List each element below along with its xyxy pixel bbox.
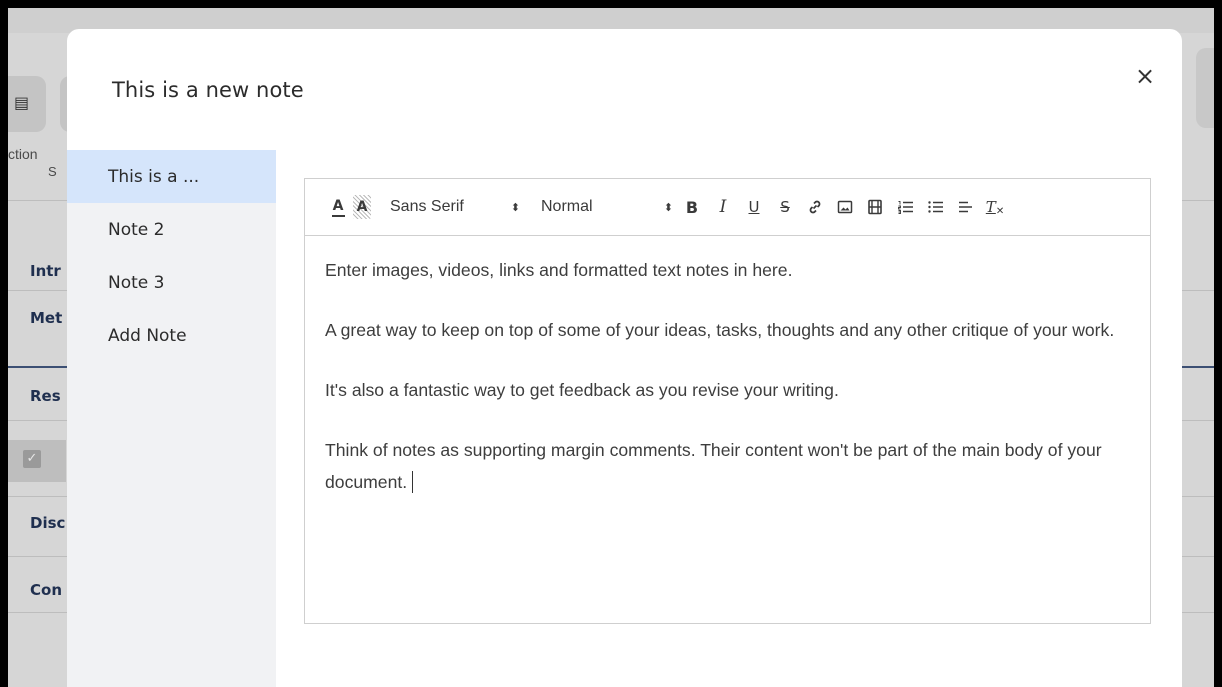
background-section-discussion: Disc xyxy=(30,514,66,532)
sidebar-item-label: This is a ... xyxy=(108,166,200,187)
background-color-icon: A xyxy=(356,199,368,215)
notes-sidebar: This is a ... Note 2 Note 3 Add Note xyxy=(67,150,276,687)
font-select[interactable]: Sans Serif ⬍ xyxy=(390,195,520,219)
editor-paragraph: A great way to keep on top of some of yo… xyxy=(325,320,1115,340)
modal-title: This is a new note xyxy=(112,78,304,102)
sidebar-item-note-1[interactable]: This is a ... xyxy=(67,150,276,203)
rich-text-editor: A A Sans Serif ⬍ Normal ⬍ B I U S T ✕ En… xyxy=(304,178,1151,624)
background-section-conclusion: Con xyxy=(30,581,62,599)
underline-button[interactable]: U xyxy=(741,195,767,219)
italic-button[interactable]: I xyxy=(710,195,736,219)
background-tool-label: ction xyxy=(8,146,38,162)
link-icon xyxy=(809,200,821,214)
bullet-list-button[interactable] xyxy=(922,195,948,219)
background-section-methods: Met xyxy=(30,309,63,327)
sidebar-item-note-2[interactable]: Note 2 xyxy=(67,203,276,256)
bullet-list-icon xyxy=(927,201,943,213)
clear-format-x-icon: ✕ xyxy=(995,205,1005,217)
link-button[interactable] xyxy=(802,195,828,219)
notes-modal: This is a new note × This is a ... Note … xyxy=(67,29,1182,687)
text-color-button[interactable]: A xyxy=(326,195,350,219)
editor-paragraph: It's also a fantastic way to get feedbac… xyxy=(325,380,839,400)
text-color-icon: A xyxy=(332,197,344,214)
image-icon xyxy=(837,200,853,214)
ordered-list-button[interactable] xyxy=(892,195,918,219)
editor-toolbar: A A Sans Serif ⬍ Normal ⬍ B I U S T ✕ xyxy=(305,179,1150,236)
editor-content[interactable]: Enter images, videos, links and formatte… xyxy=(305,236,1150,498)
background-color-button[interactable]: A xyxy=(353,195,371,219)
editor-paragraph-last: Think of notes as supporting margin comm… xyxy=(325,434,1130,498)
sidebar-item-note-3[interactable]: Note 3 xyxy=(67,256,276,309)
ordered-list-icon xyxy=(897,201,913,214)
strike-button[interactable]: S xyxy=(772,195,798,219)
clear-format-icon: T xyxy=(985,198,996,216)
editor-paragraph: Enter images, videos, links and formatte… xyxy=(325,260,793,280)
background-right-panel xyxy=(1196,48,1214,128)
align-left-icon xyxy=(958,201,972,213)
background-section-intro: Intr xyxy=(30,262,61,280)
sidebar-item-label: Note 3 xyxy=(108,272,165,293)
editor-paragraph-text: Think of notes as supporting margin comm… xyxy=(325,440,1102,492)
text-color-bar xyxy=(331,214,345,217)
select-arrows-icon: ⬍ xyxy=(663,200,673,214)
size-select[interactable]: Normal ⬍ xyxy=(541,195,673,219)
sidebar-item-add-note[interactable]: Add Note xyxy=(67,309,276,362)
sidebar-item-label: Note 2 xyxy=(108,219,165,240)
text-cursor xyxy=(412,471,414,493)
bold-button[interactable]: B xyxy=(679,195,705,219)
size-select-value: Normal xyxy=(541,198,593,215)
video-button[interactable] xyxy=(862,195,888,219)
font-select-value: Sans Serif xyxy=(390,198,464,215)
select-arrows-icon: ⬍ xyxy=(510,200,520,214)
background-section-results: Res xyxy=(30,387,61,405)
align-button[interactable] xyxy=(952,195,978,219)
image-button[interactable] xyxy=(832,195,858,219)
background-tool-label-2: S xyxy=(48,164,57,179)
clear-format-button[interactable]: T ✕ xyxy=(982,195,1008,219)
close-icon[interactable]: × xyxy=(1132,63,1158,89)
section-icon: ▤ xyxy=(14,93,30,112)
checkbox-icon: ✓ xyxy=(23,450,41,468)
video-icon xyxy=(868,199,882,215)
sidebar-item-label: Add Note xyxy=(108,325,187,346)
